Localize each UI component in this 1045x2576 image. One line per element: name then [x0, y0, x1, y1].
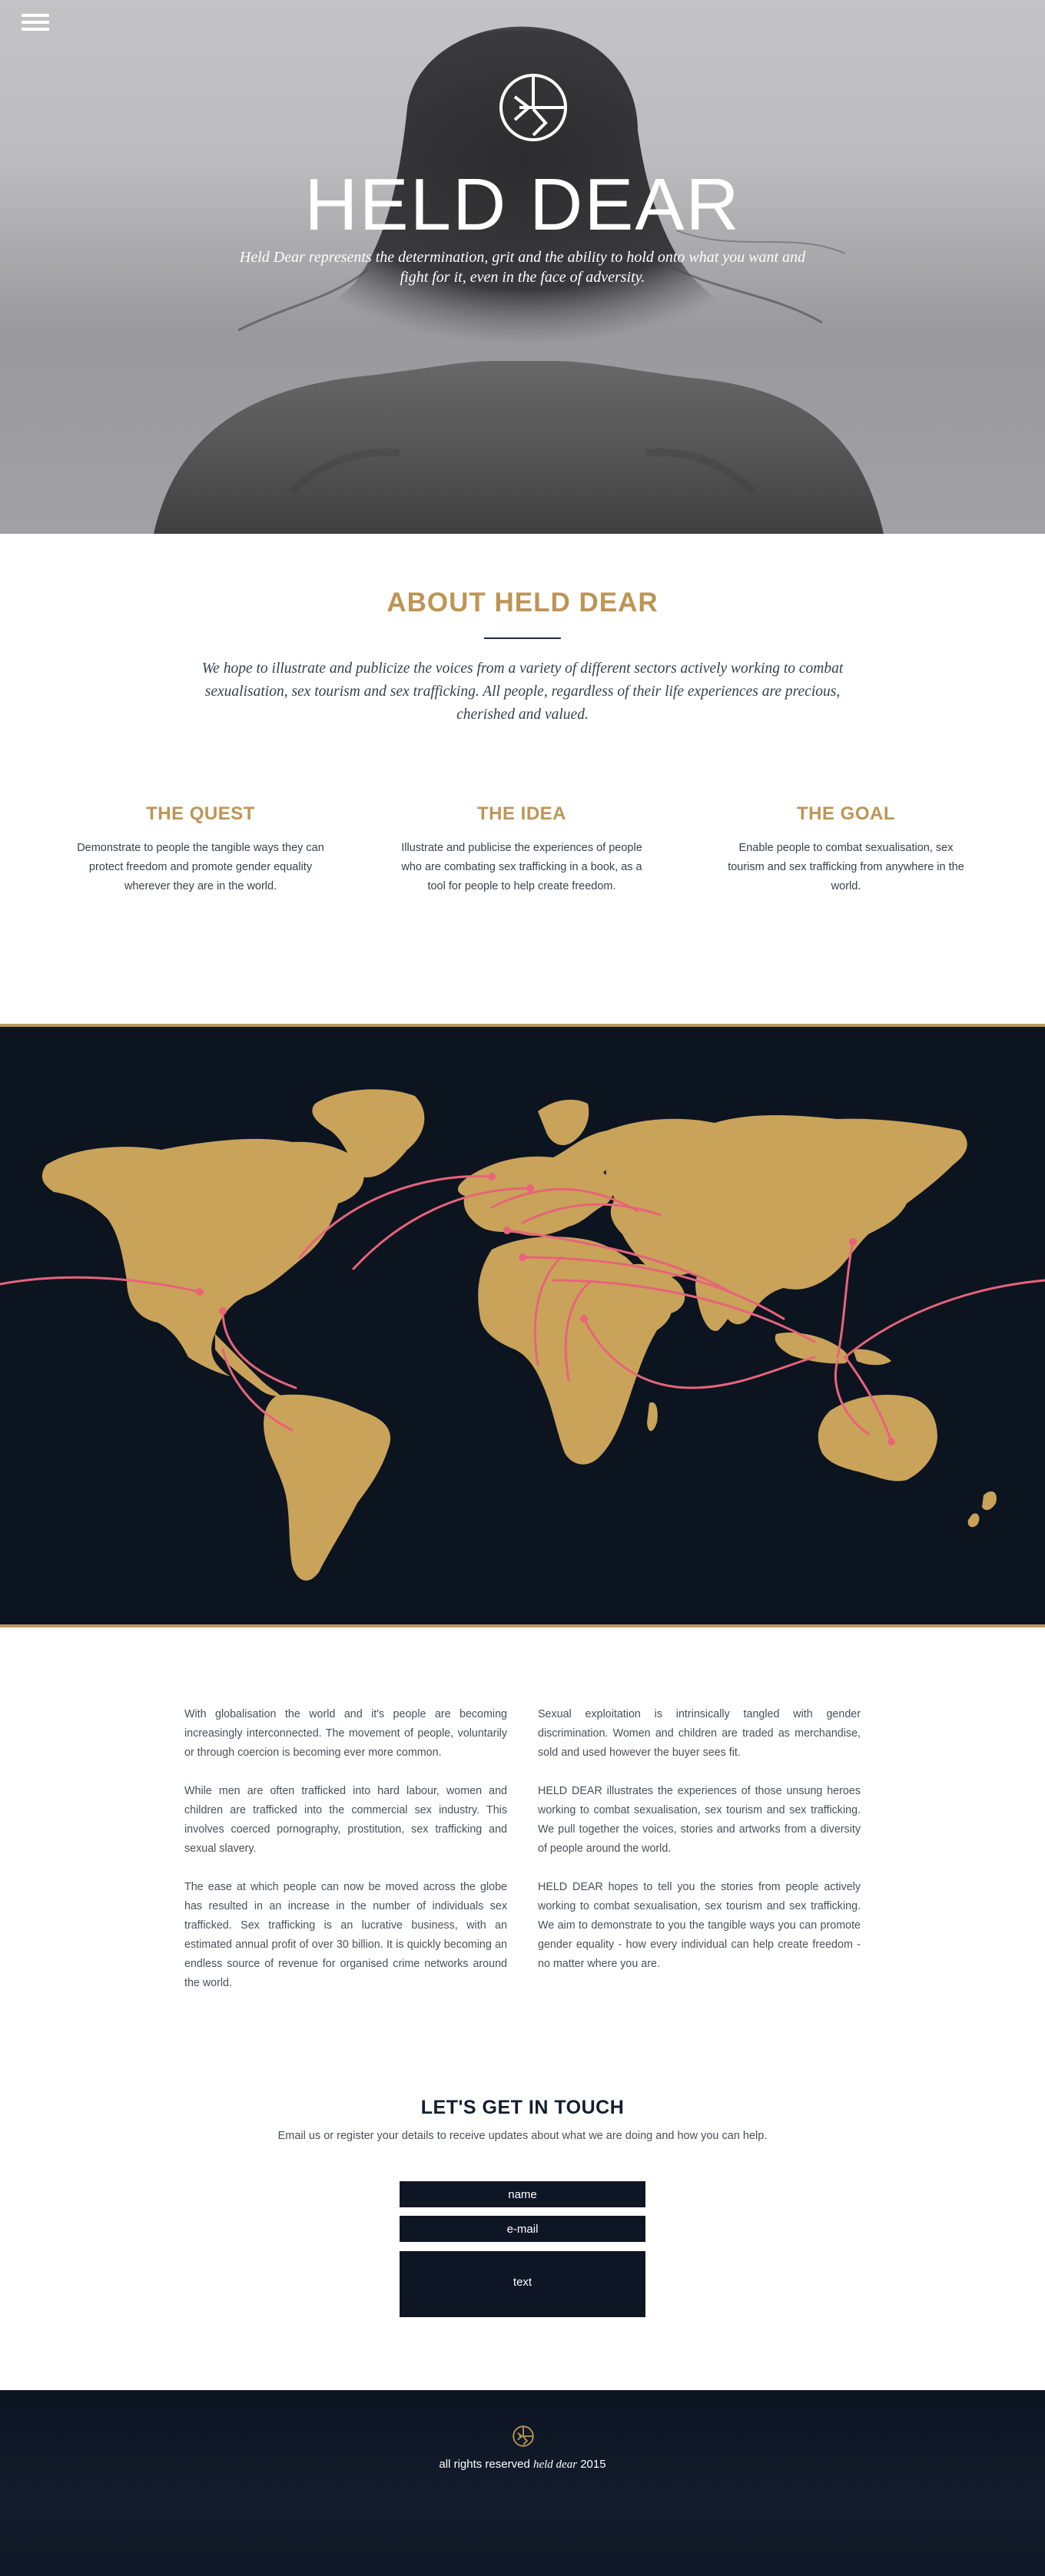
- body-paragraph: HELD DEAR hopes to tell you the stories …: [538, 1881, 861, 1970]
- world-map-illustration: [0, 1089, 1045, 1581]
- body-paragraph: With globalisation the world and it's pe…: [184, 1708, 507, 1759]
- footer-brand: held dear: [532, 2458, 578, 2471]
- world-map-section: [0, 1024, 1045, 1627]
- goal-column: THE GOAL Enable people to combat sexuali…: [719, 803, 973, 896]
- hero-section: HELD DEAR Held Dear represents the deter…: [0, 0, 1045, 534]
- about-divider: [484, 637, 561, 639]
- email-field[interactable]: [400, 2216, 645, 2242]
- quest-column: THE QUEST Demonstrate to people the tang…: [74, 803, 327, 896]
- idea-title: THE IDEA: [476, 803, 566, 824]
- hamburger-menu-icon[interactable]: [22, 14, 49, 34]
- body-paragraph: Sexual exploitation is intrinsically tan…: [538, 1708, 861, 1759]
- quest-title: THE QUEST: [146, 803, 255, 824]
- footer-logo: [513, 2425, 534, 2447]
- body-text-right: Sexual exploitation is intrinsically tan…: [538, 1705, 861, 1993]
- quest-text: Demonstrate to people the tangible ways …: [77, 842, 324, 892]
- footer-prefix: all rights reserved: [439, 2458, 533, 2471]
- body-paragraph: HELD DEAR illustrates the experiences of…: [538, 1785, 861, 1855]
- footer-year: 2015: [577, 2458, 606, 2471]
- name-field[interactable]: [400, 2181, 645, 2207]
- hero-title: HELD DEAR: [304, 164, 741, 246]
- contact-subtitle: Email us or register your details to rec…: [277, 2130, 768, 2142]
- about-intro: We hope to illustrate and publicize the …: [201, 661, 844, 723]
- contact-title: LET'S GET IN TOUCH: [420, 2097, 625, 2118]
- body-paragraph: The ease at which people can now be move…: [184, 1881, 507, 1989]
- goal-text: Enable people to combat sexualisation, s…: [728, 842, 964, 892]
- body-text-left: With globalisation the world and it's pe…: [184, 1705, 507, 2012]
- message-field[interactable]: [400, 2251, 645, 2317]
- body-paragraph: While men are often trafficked into hard…: [184, 1785, 507, 1855]
- hero-subtitle: Held Dear represents the determination, …: [239, 249, 806, 286]
- held-dear-logo: [499, 74, 567, 141]
- idea-column: THE IDEA Illustrate and publicise the ex…: [395, 803, 649, 896]
- footer-copyright: all rights reserved held dear 2015: [0, 2458, 1045, 2472]
- idea-text: Illustrate and publicise the experiences…: [401, 842, 642, 892]
- goal-title: THE GOAL: [797, 803, 895, 824]
- footer: [0, 2390, 1045, 2576]
- about-title: ABOUT HELD DEAR: [386, 588, 659, 618]
